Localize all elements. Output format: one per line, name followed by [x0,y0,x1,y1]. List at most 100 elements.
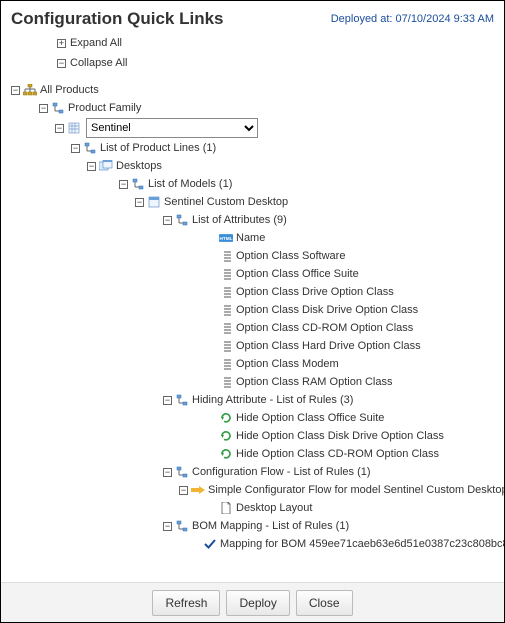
svg-text:HTML: HTML [220,236,233,241]
tree-node-hide-cdrom[interactable]: Hide Option Class CD-ROM Option Class [11,445,500,463]
tree-node-simple-flow[interactable]: − Simple Configurator Flow for model Sen… [11,481,500,499]
tree-label: Hide Option Class Disk Drive Option Clas… [236,430,444,442]
hierarchy-icon [131,177,145,191]
tree-node-attributes[interactable]: − List of Attributes (9) [11,211,500,229]
refresh-button[interactable]: Refresh [152,590,220,616]
list-icon [219,339,233,353]
tree-label: Option Class Software [236,250,345,262]
hierarchy-icon [175,393,189,407]
tree-label: Desktop Layout [236,502,312,514]
tree-node-family-select: − Sentinel [11,117,500,139]
tree-node-hide-office[interactable]: Hide Option Class Office Suite [11,409,500,427]
tree-label: Sentinel Custom Desktop [164,196,288,208]
tree-node-product-family[interactable]: − Product Family [11,99,500,117]
tree-label: Option Class CD-ROM Option Class [236,322,413,334]
html-icon: HTML [219,231,233,245]
window-icon [147,195,161,209]
collapse-toggle-icon[interactable]: − [163,216,172,225]
tree-node-oc-cdrom[interactable]: Option Class CD-ROM Option Class [11,319,500,337]
list-icon [219,303,233,317]
tree-node-hiding-rules[interactable]: − Hiding Attribute - List of Rules (3) [11,391,500,409]
hierarchy-icon [83,141,97,155]
tree-node-oc-drive[interactable]: Option Class Drive Option Class [11,283,500,301]
tree-node-oc-harddrive[interactable]: Option Class Hard Drive Option Class [11,337,500,355]
tree-label: Desktops [116,160,162,172]
deploy-button[interactable]: Deploy [226,590,289,616]
collapse-toggle-icon[interactable]: − [135,198,144,207]
config-quick-links-window: Configuration Quick Links Deployed at: 0… [0,0,505,623]
tree-label: BOM Mapping - List of Rules (1) [192,520,349,532]
tree-node-oc-office[interactable]: Option Class Office Suite [11,265,500,283]
tree-node-desktop-layout[interactable]: Desktop Layout [11,499,500,517]
hierarchy-icon [175,213,189,227]
collapse-toggle-icon[interactable]: − [163,468,172,477]
tree-label: Mapping for BOM 459ee71caeb63e6d51e0387c… [220,538,504,550]
hierarchy-icon [175,519,189,533]
tree-node-attr-name[interactable]: HTML Name [11,229,500,247]
tree-node-all-products[interactable]: − All Products [11,81,500,99]
list-icon [219,267,233,281]
page-icon [219,501,233,515]
tree-label: Option Class Hard Drive Option Class [236,340,421,352]
tree-label: Hide Option Class Office Suite [236,412,384,424]
list-icon [219,285,233,299]
tree-label: Configuration Flow - List of Rules (1) [192,466,371,478]
config-tree: − All Products − Product Family − Sentin… [1,79,504,557]
tree-node-bom-mapping[interactable]: − BOM Mapping - List of Rules (1) [11,517,500,535]
refresh-icon [219,429,233,443]
header: Configuration Quick Links Deployed at: 0… [1,1,504,33]
checkmark-icon [203,537,217,551]
collapse-toggle-icon[interactable]: − [163,396,172,405]
tree-label: Option Class RAM Option Class [236,376,393,388]
tree-label: Name [236,232,265,244]
expand-all-link[interactable]: + Expand All [57,33,504,53]
collapse-toggle-icon[interactable]: − [179,486,188,495]
products-icon [23,83,37,97]
grid-icon [67,121,81,135]
tree-label: List of Models (1) [148,178,232,190]
tree-label: List of Product Lines (1) [100,142,216,154]
list-icon [219,321,233,335]
collapse-toggle-icon[interactable]: − [71,144,80,153]
footer: Refresh Deploy Close [1,582,504,622]
collapse-toggle-icon[interactable]: − [39,104,48,113]
collapse-toggle-icon[interactable]: − [55,124,64,133]
tree-node-oc-ram[interactable]: Option Class RAM Option Class [11,373,500,391]
tree-label: Option Class Disk Drive Option Class [236,304,418,316]
tree-node-models[interactable]: − List of Models (1) [11,175,500,193]
tree-node-oc-modem[interactable]: Option Class Modem [11,355,500,373]
tree-node-desktops[interactable]: − Desktops [11,157,500,175]
tree-node-hide-diskdrive[interactable]: Hide Option Class Disk Drive Option Clas… [11,427,500,445]
tree-node-sentinel-custom[interactable]: − Sentinel Custom Desktop [11,193,500,211]
list-icon [219,375,233,389]
list-icon [219,357,233,371]
product-family-select[interactable]: Sentinel [86,118,258,138]
tree-label: Option Class Office Suite [236,268,359,280]
tree-label: Product Family [68,102,141,114]
tree-label: Simple Configurator Flow for model Senti… [208,484,504,496]
deployed-timestamp: Deployed at: 07/10/2024 9:33 AM [331,13,494,25]
tree-label: Option Class Drive Option Class [236,286,394,298]
hierarchy-icon [51,101,65,115]
tree-label: Hide Option Class CD-ROM Option Class [236,448,439,460]
tree-node-oc-diskdrive[interactable]: Option Class Disk Drive Option Class [11,301,500,319]
list-icon [219,249,233,263]
minus-icon: − [57,59,66,68]
collapse-toggle-icon[interactable]: − [11,86,20,95]
flow-arrow-icon [191,483,205,497]
close-button[interactable]: Close [296,590,353,616]
collapse-toggle-icon[interactable]: − [119,180,128,189]
windows-icon [99,159,113,173]
collapse-toggle-icon[interactable]: − [87,162,96,171]
tree-label: All Products [40,84,99,96]
tree-node-oc-software[interactable]: Option Class Software [11,247,500,265]
tree-label: List of Attributes (9) [192,214,287,226]
tree-node-config-flow[interactable]: − Configuration Flow - List of Rules (1) [11,463,500,481]
collapse-toggle-icon[interactable]: − [163,522,172,531]
plus-icon: + [57,39,66,48]
hierarchy-icon [175,465,189,479]
refresh-icon [219,411,233,425]
collapse-all-link[interactable]: − Collapse All [57,53,504,73]
tree-node-bom-entry[interactable]: Mapping for BOM 459ee71caeb63e6d51e0387c… [11,535,500,553]
tree-node-product-lines[interactable]: − List of Product Lines (1) [11,139,500,157]
